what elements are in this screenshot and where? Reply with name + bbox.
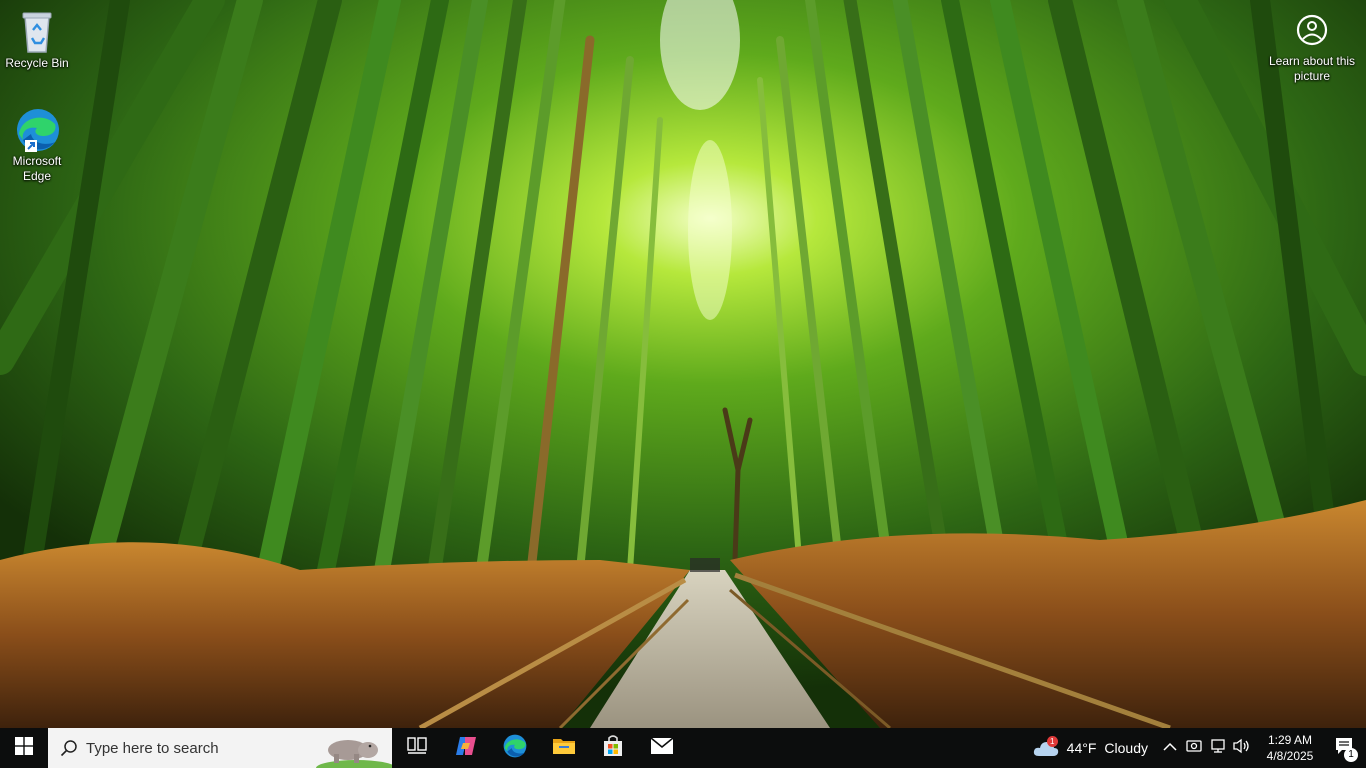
learn-about-picture[interactable]: Learn about this picture: [1258, 10, 1366, 84]
show-hidden-icons-button[interactable]: [1158, 728, 1182, 768]
mail-button[interactable]: [637, 728, 686, 768]
network-button[interactable]: [1206, 728, 1230, 768]
desktop-icon-microsoft-edge[interactable]: Microsoft Edge: [0, 106, 74, 184]
mail-icon: [649, 736, 674, 760]
taskbar: Type here to search 1 44°F Cloudy 1:29 A…: [0, 728, 1366, 768]
desktop-icon-label: Microsoft Edge: [12, 154, 62, 183]
microsoft-store-button[interactable]: [588, 728, 637, 768]
folder-icon: [552, 736, 576, 761]
desktop-icon-recycle-bin[interactable]: Recycle Bin: [0, 8, 74, 71]
recycle-bin-icon: [13, 8, 61, 56]
weather-alert-badge: 1: [1046, 736, 1058, 747]
action-center-button[interactable]: 1: [1322, 728, 1366, 768]
copilot-button[interactable]: [441, 728, 490, 768]
clock[interactable]: 1:29 AM 4/8/2025: [1258, 732, 1322, 764]
weather-widget[interactable]: 1 44°F Cloudy: [1027, 728, 1158, 768]
clock-date: 4/8/2025: [1266, 749, 1314, 763]
search-highlight-hippo-illustration: [312, 728, 392, 768]
weather-temperature: 44°F: [1066, 740, 1097, 756]
tray-meet-button[interactable]: [1182, 728, 1206, 768]
search-box[interactable]: Type here to search: [48, 728, 392, 768]
weather-condition: Cloudy: [1104, 740, 1148, 756]
speaker-icon: [1233, 738, 1251, 759]
camera-info-icon: [1292, 10, 1332, 50]
start-button[interactable]: [0, 728, 48, 768]
edge-taskbar-button[interactable]: [490, 728, 539, 768]
system-tray: 1 44°F Cloudy 1:29 AM 4/8/2025 1: [1027, 728, 1366, 768]
clock-time: 1:29 AM: [1267, 733, 1313, 747]
search-placeholder: Type here to search: [86, 739, 219, 757]
edge-icon: [502, 733, 528, 764]
task-view-button[interactable]: [392, 728, 441, 768]
desktop-icon-label: Recycle Bin: [5, 56, 69, 70]
windows-logo-icon: [15, 736, 33, 760]
task-view-icon: [406, 736, 427, 760]
desktop-wallpaper: [0, 0, 1366, 728]
meet-now-icon: [1186, 738, 1202, 759]
file-explorer-button[interactable]: [539, 728, 588, 768]
volume-button[interactable]: [1230, 728, 1254, 768]
copilot-icon: [454, 735, 478, 762]
chevron-up-icon: [1163, 739, 1177, 757]
store-icon: [601, 734, 625, 763]
search-icon: [60, 739, 78, 757]
cloud-icon: 1: [1033, 736, 1059, 758]
learn-about-picture-label: Learn about this picture: [1268, 54, 1356, 83]
notification-count-badge: 1: [1344, 748, 1358, 762]
edge-icon: [13, 106, 61, 154]
network-icon: [1210, 738, 1226, 759]
